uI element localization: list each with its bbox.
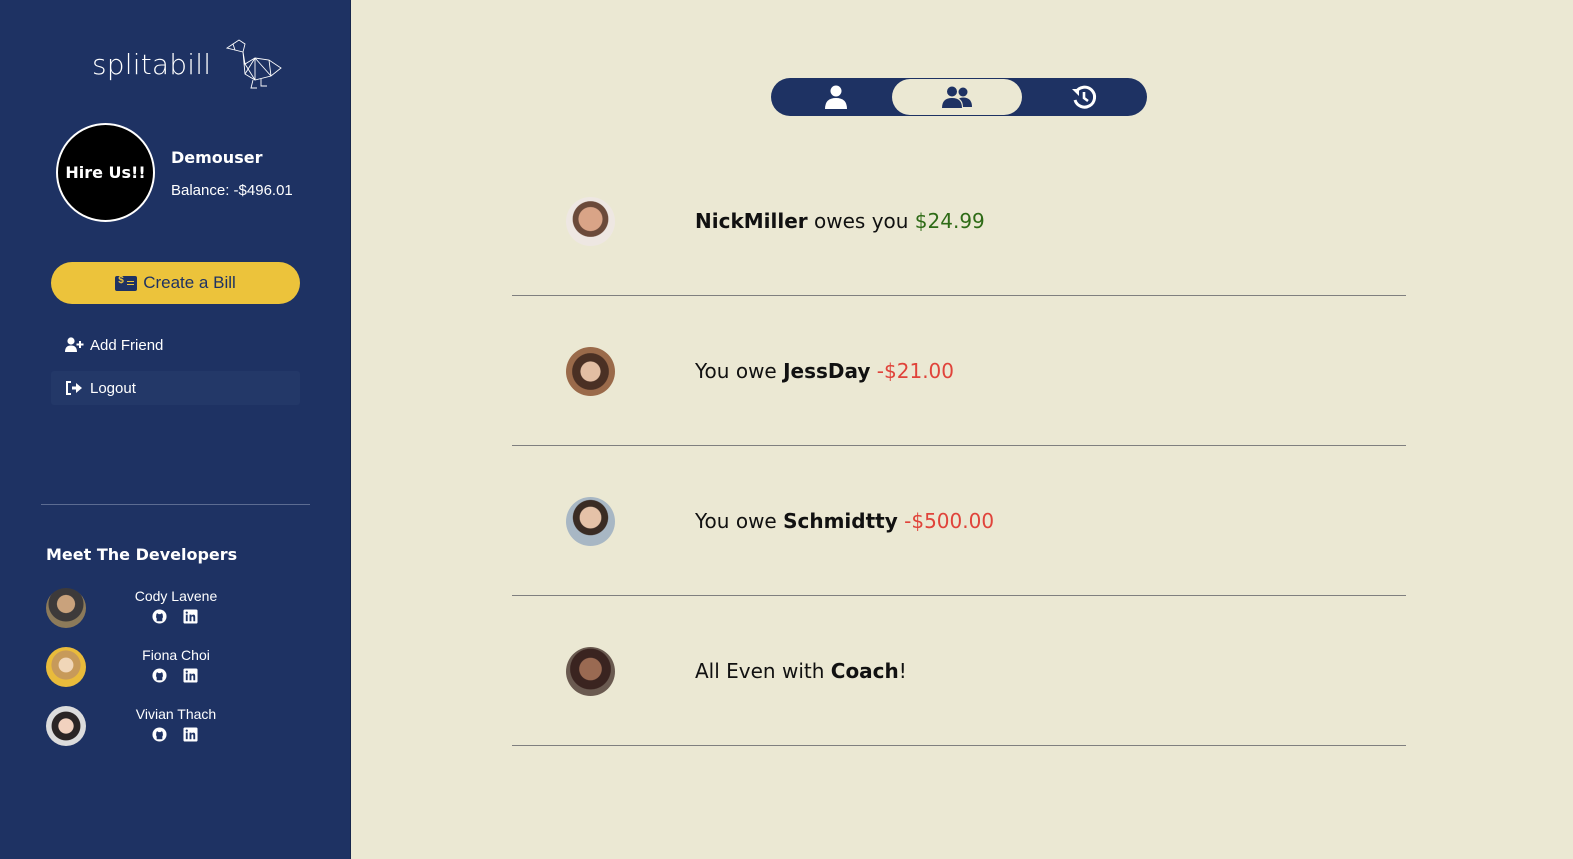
developer-avatar [46,647,86,687]
tab-friends[interactable] [892,79,1022,115]
duck-logo-icon [226,39,282,89]
developer-card: Cody Lavene [46,588,306,630]
logout-label: Logout [90,379,136,397]
money-bill-icon [115,275,138,291]
developer-avatar [46,706,86,746]
friend-balance-text: All Even with Coach! [695,659,907,683]
friend-balance-text: You owe Schmidtty -$500.00 [695,509,995,533]
friend-amount: -$21.00 [876,359,954,383]
tab-history[interactable] [1019,79,1149,115]
users-icon [942,86,972,108]
sidebar: splitabill Hire Us!! Demouser Balance: -… [0,0,351,859]
friend-avatar [566,497,615,546]
friend-balance-text: You owe JessDay -$21.00 [695,359,954,383]
sign-out-icon [65,380,85,396]
friend-name: Coach [830,659,899,683]
developer-name: Cody Lavene [134,588,218,604]
create-bill-label: Create a Bill [143,273,236,292]
friend-amount: -$500.00 [904,509,995,533]
add-friend-label: Add Friend [90,336,164,354]
brand-name: splitabill [92,47,212,81]
linkedin-icon[interactable] [183,668,198,683]
github-icon[interactable] [152,609,167,624]
friend-avatar [566,197,615,246]
profile-avatar: Hire Us!! [56,123,155,222]
avatar-text: Hire Us!! [65,163,146,182]
logout-button[interactable]: Logout [51,371,300,405]
friend-name: Schmidtty [783,509,898,533]
developer-links [152,668,198,683]
user-icon [825,85,847,109]
friend-avatar [566,347,615,396]
friend-amount: $24.99 [914,209,985,233]
friend-balance-text: NickMiller owes you $24.99 [695,209,985,233]
view-tabs [771,78,1147,116]
logo[interactable]: splitabill [92,38,283,90]
friend-name: JessDay [783,359,871,383]
friend-name: NickMiller [695,209,808,233]
tab-personal[interactable] [771,79,901,115]
developers-title: Meet The Developers [46,545,238,564]
user-plus-icon [65,337,85,353]
developer-card: Vivian Thach [46,706,306,748]
github-icon[interactable] [152,727,167,742]
developer-name: Vivian Thach [135,706,217,722]
developer-links [152,727,198,742]
friend-row[interactable]: NickMiller owes you $24.99 [512,146,1406,296]
balance: Balance: -$496.01 [171,182,293,199]
friend-row[interactable]: All Even with Coach! [512,596,1406,746]
linkedin-icon[interactable] [183,727,198,742]
add-friend-button[interactable]: Add Friend [51,328,300,362]
friend-row[interactable]: You owe Schmidtty -$500.00 [512,446,1406,596]
username: Demouser [171,148,263,167]
linkedin-icon[interactable] [183,609,198,624]
friend-avatar [566,647,615,696]
github-icon[interactable] [152,668,167,683]
developer-name: Fiona Choi [142,647,210,663]
friend-row[interactable]: You owe JessDay -$21.00 [512,296,1406,446]
history-icon [1072,85,1097,109]
sidebar-divider [41,504,310,505]
developer-card: Fiona Choi [46,647,306,689]
developer-links [152,609,198,624]
create-bill-button[interactable]: Create a Bill [51,262,300,304]
developer-avatar [46,588,86,628]
